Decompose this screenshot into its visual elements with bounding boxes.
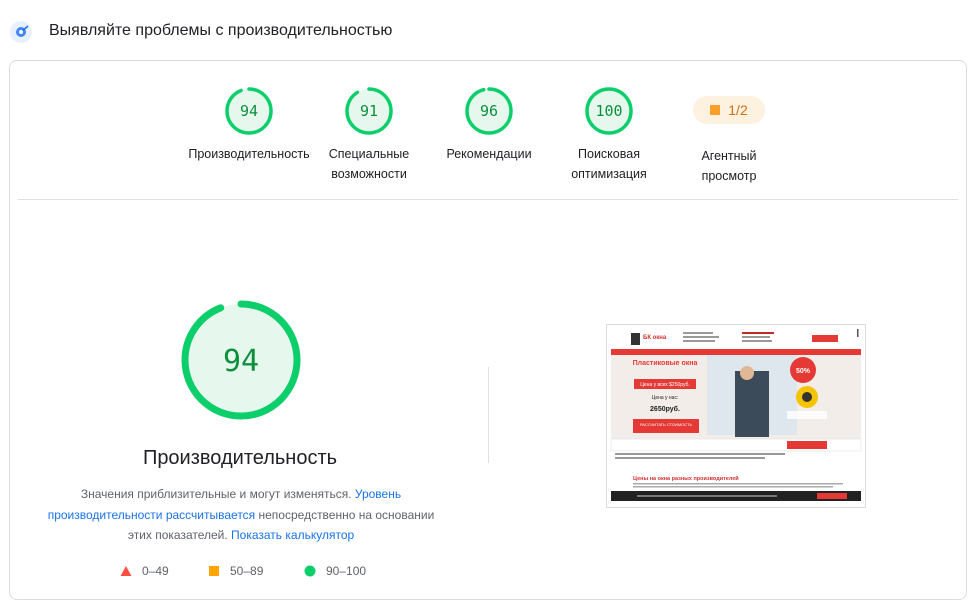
svg-text:БК окна: БК окна: [643, 335, 667, 341]
calculator-link[interactable]: Показать калькулятор: [231, 528, 354, 542]
page-screenshot-thumbnail[interactable]: БК окна Пластиковые окна Цена у всех $25…: [606, 324, 866, 508]
category-accessibility[interactable]: 91 Специальные возможности: [304, 86, 434, 184]
performance-title: Производительность: [142, 447, 338, 469]
gauge-best-practices: 96: [465, 87, 513, 135]
pwa-badge: 1/2: [693, 96, 765, 124]
average-square-icon: [710, 105, 721, 115]
legend-fail: 0–49: [120, 564, 169, 578]
category-label: Специальные возможности: [328, 147, 410, 181]
gauge-score: 100: [595, 102, 622, 120]
lighthouse-icon: [10, 21, 32, 43]
performance-gauge-large: 94: [181, 300, 301, 420]
legend-average: 50–89: [208, 564, 263, 578]
category-performance[interactable]: 94 Производительность: [184, 86, 314, 164]
section-header: Выявляйте проблемы с производительностью: [0, 0, 969, 60]
average-square-icon: [209, 566, 219, 576]
svg-text:Цена у нас:: Цена у нас:: [652, 395, 679, 401]
svg-text:Цены на окна разных производит: Цены на окна разных производителей: [633, 475, 739, 482]
category-seo[interactable]: 100 Поисковая оптимизация: [544, 86, 674, 184]
category-label: Рекомендации: [446, 147, 532, 161]
gauge-seo: 100: [585, 87, 633, 135]
gauge-score: 94: [240, 102, 258, 120]
pwa-value: 1/2: [728, 102, 748, 118]
category-label: Поисковая оптимизация: [571, 147, 647, 181]
vertical-divider: [488, 367, 489, 463]
svg-text:2650руб.: 2650руб.: [650, 405, 680, 413]
screenshot-image: БК окна Пластиковые окна Цена у всех $25…: [607, 325, 865, 507]
gauge-accessibility: 91: [345, 87, 393, 135]
category-label: Агентный просмотр: [701, 149, 757, 183]
svg-text:Цена у всех $250руб.: Цена у всех $250руб.: [640, 382, 690, 388]
gauge-performance: 94: [225, 87, 273, 135]
lighthouse-report-card: 94 Производительность 91 Специальные воз…: [9, 60, 967, 600]
fail-triangle-icon: [120, 566, 132, 576]
svg-text:РАССЧИТАТЬ СТОИМОСТЬ: РАССЧИТАТЬ СТОИМОСТЬ: [640, 422, 693, 427]
category-best-practices[interactable]: 96 Рекомендации: [424, 86, 554, 164]
gauge-score: 96: [480, 102, 498, 120]
section-title: Выявляйте проблемы с производительностью: [49, 22, 393, 39]
legend-pass: 90–100: [304, 564, 366, 578]
divider: [18, 199, 958, 200]
logo-grid-icon: [631, 333, 640, 345]
svg-text:Пластиковые окна: Пластиковые окна: [633, 360, 698, 367]
category-agentic-browsing[interactable]: 1/2 Агентный просмотр: [664, 94, 794, 186]
performance-score: 94: [223, 344, 259, 379]
gauge-score: 91: [360, 102, 378, 120]
performance-description: Значения приблизительные и могут изменят…: [47, 487, 435, 542]
svg-text:50%: 50%: [796, 368, 811, 375]
category-label: Производительность: [188, 147, 310, 161]
pass-circle-icon: [304, 565, 316, 577]
